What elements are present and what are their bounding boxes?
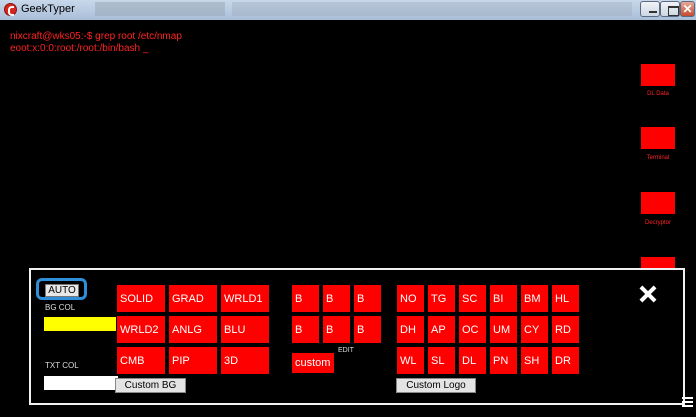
b-button[interactable]: B [322,315,351,344]
logo-button-wl[interactable]: WL [396,346,425,375]
close-icon: ✕ [682,2,693,16]
txt-col-label: TXT COL [45,361,79,370]
terminal-line: nixcraft@wks05:-$ grep root /etc/nmap [10,31,182,42]
logo-button-hl[interactable]: HL [551,284,580,313]
window-close-button[interactable]: ✕ [680,1,695,17]
wrld2-button[interactable]: WRLD2 [116,315,166,344]
auto-button[interactable]: AUTO [45,284,79,297]
logo-button-oc[interactable]: OC [458,315,487,344]
b-button[interactable]: B [291,315,320,344]
edit-label[interactable]: EDIT [338,347,354,354]
b-button[interactable]: B [353,284,382,313]
logo-button-sl[interactable]: SL [427,346,456,375]
background-window-ghost [232,2,632,16]
b-button[interactable]: B [322,284,351,313]
logo-button-no[interactable]: NO [396,284,425,313]
terminal-line: eoot:x:0:0:root:/root:/bin/bash _ [10,43,149,54]
3d-button[interactable]: 3D [220,346,270,375]
solid-button[interactable]: SOLID [116,284,166,313]
anlg-button[interactable]: ANLG [168,315,218,344]
title-bar: GeekTyper ✕ [0,0,696,20]
bg-col-label: BG COL [45,303,76,312]
dl-data-button[interactable] [641,64,675,86]
terminal-label: Terminal [646,155,670,161]
logo-button-dl[interactable]: DL [458,346,487,375]
grad-button[interactable]: GRAD [168,284,218,313]
logo-button-dr[interactable]: DR [551,346,580,375]
custom-logo-button[interactable]: Custom Logo [396,378,476,393]
decryptor-label: Decryptor [644,220,671,226]
minimize-icon [649,11,657,13]
custom-button[interactable]: custom [291,352,335,374]
menu-icon[interactable] [682,397,693,407]
terminal-button[interactable] [641,127,675,149]
maximize-button[interactable] [660,1,680,17]
close-icon[interactable] [637,284,659,306]
logo-button-um[interactable]: UM [489,315,518,344]
window-title: GeekTyper [21,3,75,15]
maximize-icon [668,6,679,16]
dl-data-label: DL Data [647,91,669,97]
background-window-ghost [95,2,225,16]
logo-button-tg[interactable]: TG [427,284,456,313]
custom-bg-button[interactable]: Custom BG [115,378,186,393]
logo-button-bm[interactable]: BM [520,284,549,313]
logo-button-ap[interactable]: AP [427,315,456,344]
minimize-button[interactable] [640,1,660,17]
logo-button-pn[interactable]: PN [489,346,518,375]
txt-color-swatch[interactable] [44,376,118,390]
logo-button-bi[interactable]: BI [489,284,518,313]
wrld1-button[interactable]: WRLD1 [220,284,270,313]
bg-color-swatch[interactable] [44,317,116,331]
cmb-button[interactable]: CMB [116,346,166,375]
logo-button-rd[interactable]: RD [551,315,580,344]
logo-button-dh[interactable]: DH [396,315,425,344]
logo-button-cy[interactable]: CY [520,315,549,344]
b-button[interactable]: B [291,284,320,313]
pip-button[interactable]: PIP [168,346,218,375]
logo-button-sc[interactable]: SC [458,284,487,313]
app-icon [4,3,17,16]
b-button[interactable]: B [353,315,382,344]
logo-button-sh[interactable]: SH [520,346,549,375]
blu-button[interactable]: BLU [220,315,270,344]
decryptor-button[interactable] [641,192,675,214]
